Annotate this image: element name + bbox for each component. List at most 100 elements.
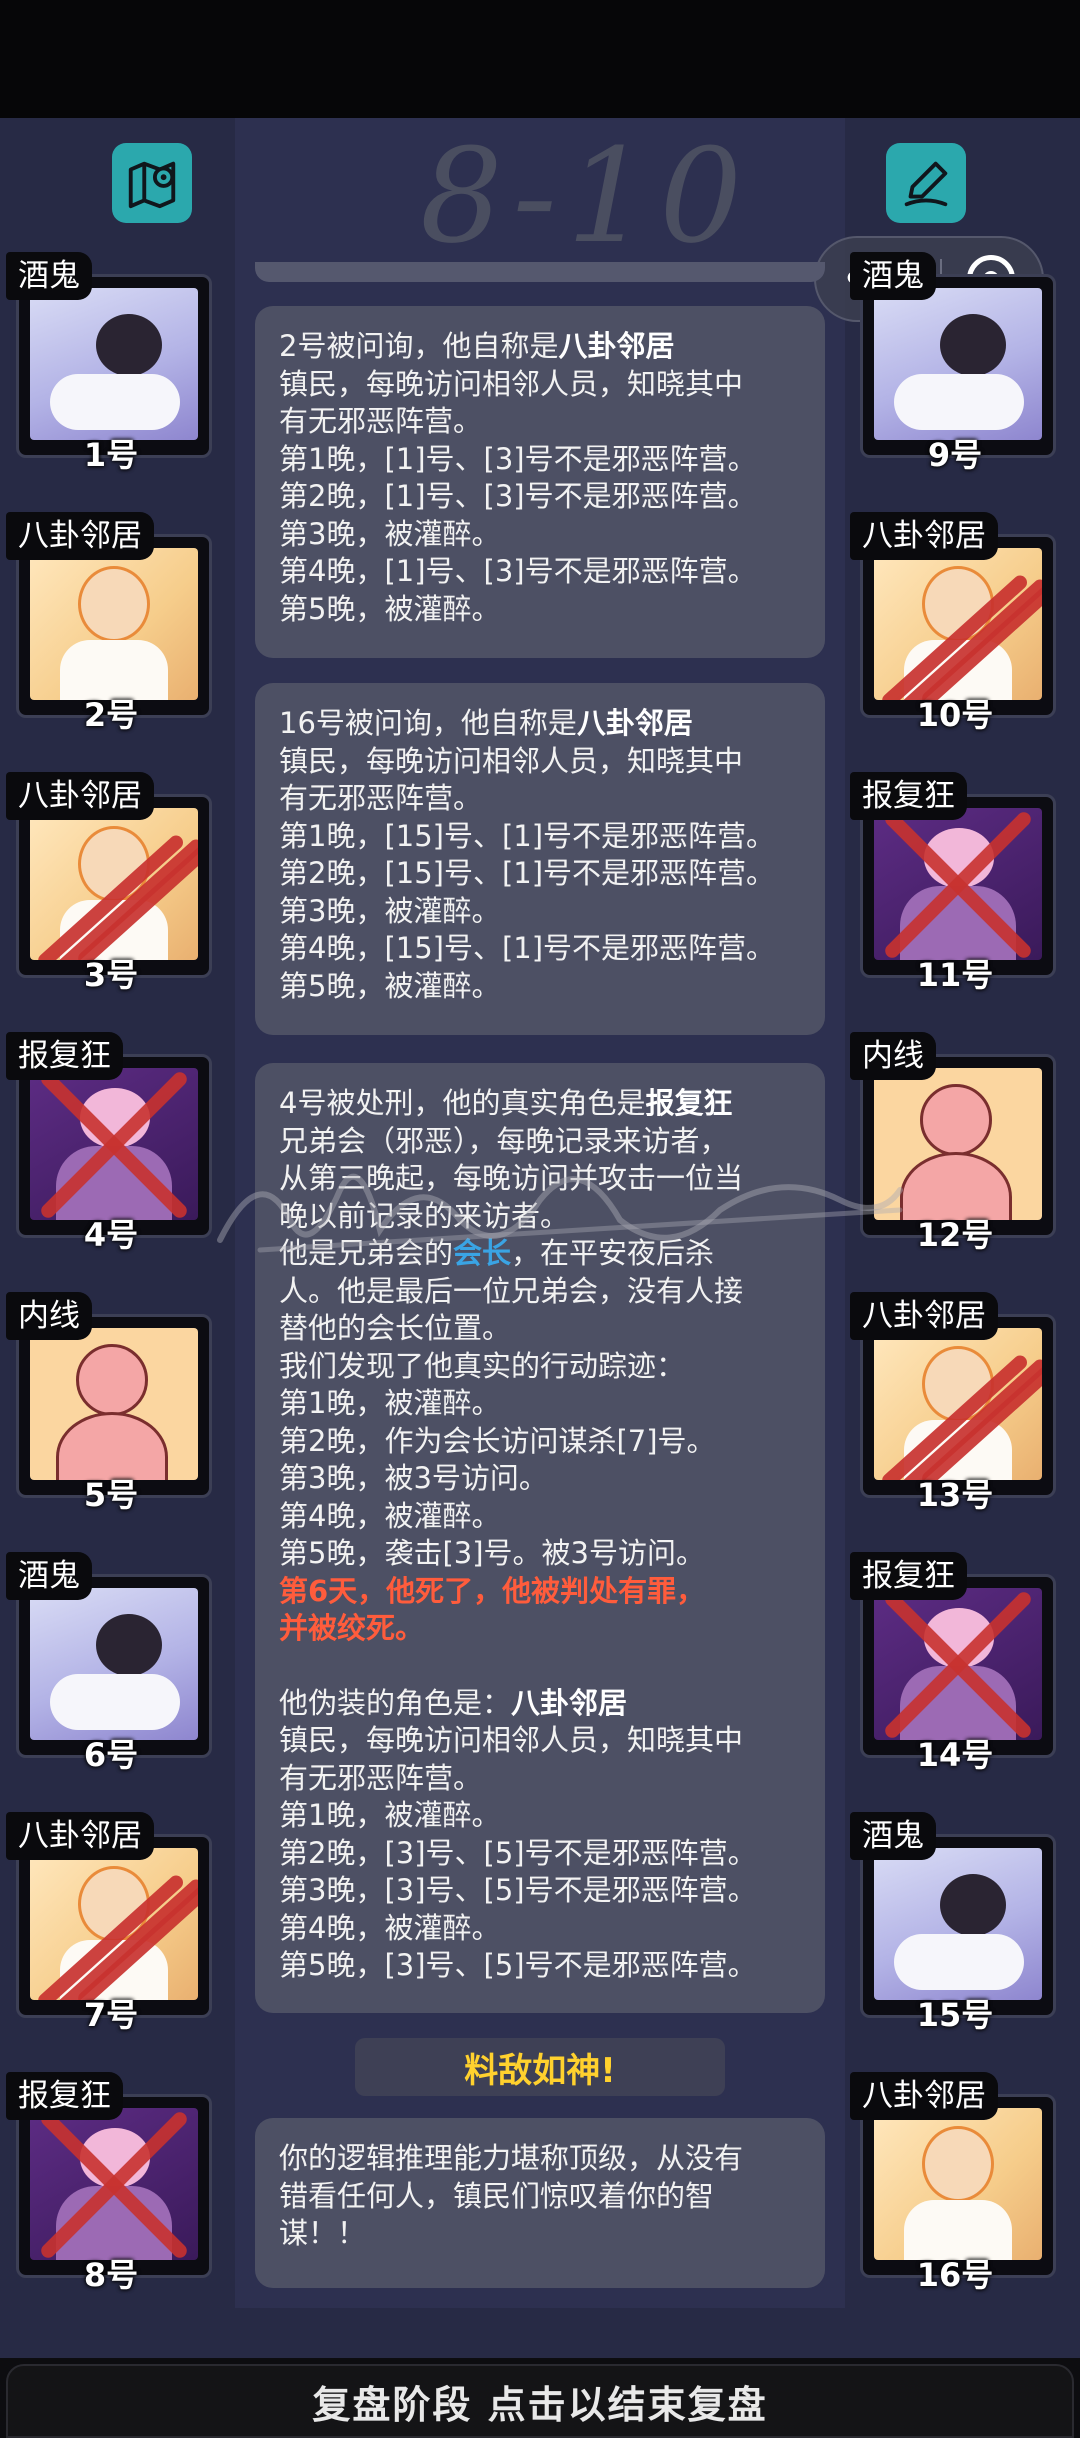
gossip-portrait [874,1328,1042,1480]
entry-line: ，在平安夜后杀 [511,1236,715,1270]
player-seat[interactable]: 酒鬼 9号 [850,252,1060,474]
entry-line: 第5晚，被灌醉。 [279,968,501,1003]
player-seat[interactable]: 报复狂 8号 [6,2072,216,2294]
entry-line: 第5晚，被灌醉。 [279,591,501,626]
pen-edit-icon[interactable] [886,143,966,223]
avenger-portrait [30,2108,198,2260]
gossip-portrait [874,2108,1042,2260]
player-seat[interactable]: 报复狂 14号 [850,1552,1060,1774]
entry-line: 第1晚，[1]号、[3]号不是邪恶阵营。 [279,441,757,476]
status-bar [0,0,1080,118]
entry-line: 第1晚，被灌醉。 [279,1386,501,1420]
entry-line: 第3晚，被灌醉。 [279,516,501,551]
end-replay-button[interactable]: 复盘阶段 点击以结束复盘 [6,2364,1074,2438]
player-seat[interactable]: 内线 12号 [850,1032,1060,1254]
log-entry-player-4-execution: 4号被处刑，他的真实角色是报复狂 兄弟会（邪恶），每晚记录来访者， 从第三晚起，… [255,1063,825,2013]
gossip-portrait [30,808,198,960]
spy-portrait [874,1068,1042,1220]
entry-line: 有无邪恶阵营。 [279,1760,483,1795]
entry-line: 谋！！ [279,2216,367,2250]
map-pin-icon[interactable] [112,143,192,223]
player-number: 16号 [916,2256,994,2294]
player-seat[interactable]: 酒鬼 15号 [850,1812,1060,2034]
player-seat[interactable]: 报复狂 11号 [850,772,1060,994]
player-role-label: 报复狂 [6,1032,123,1080]
avenger-portrait [874,1588,1042,1740]
log-entry-player-2: 2号被问询，他自称是八卦邻居 镇民，每晚访问相邻人员，知晓其中 有无邪恶阵营。 … [255,306,825,658]
player-number: 15号 [916,1996,994,2034]
gossip-portrait [30,548,198,700]
entry-role: 报复狂 [645,1086,733,1120]
entry-line: 第2晚，[3]号、[5]号不是邪恶阵营。 [279,1835,757,1870]
player-role-label: 八卦邻居 [850,512,998,560]
character-head [96,314,162,376]
entry-intro: 4号被处刑，他的真实角色是 [279,1086,646,1120]
character-body [894,374,1024,430]
player-role-label: 八卦邻居 [850,1292,998,1340]
entry-line: 替他的会长位置。 [279,1311,512,1345]
player-number: 3号 [83,956,139,994]
log-entry-player-16: 16号被问询，他自称是八卦邻居 镇民，每晚访问相邻人员，知晓其中 有无邪恶阵营。… [255,683,825,1035]
player-number: 4号 [83,1216,139,1254]
log-top-edge [255,262,825,282]
player-role-label: 酒鬼 [6,1552,92,1600]
player-number: 8号 [83,2256,139,2294]
entry-line: 镇民，每晚访问相邻人员，知晓其中 [279,743,744,778]
character-head [96,1614,162,1676]
entry-line: 第5晚，[3]号、[5]号不是邪恶阵营。 [279,1948,757,1982]
player-seat[interactable]: 八卦邻居 2号 [6,512,216,734]
player-role-label: 报复狂 [6,2072,123,2120]
entry-line: 第3晚，被3号访问。 [279,1461,548,1495]
entry-line: 人。他是最后一位兄弟会，没有人接 [279,1273,744,1308]
avenger-portrait [874,808,1042,960]
drunk-portrait [30,288,198,440]
entry-line: 第4晚，[15]号、[1]号不是邪恶阵营。 [279,931,776,965]
player-number: 12号 [916,1216,994,1254]
player-number: 14号 [916,1736,994,1774]
player-role-label: 八卦邻居 [850,2072,998,2120]
verdict-line: 并被绞死。 [279,1611,425,1645]
player-seat[interactable]: 八卦邻居 13号 [850,1292,1060,1514]
entry-role: 八卦邻居 [576,706,693,740]
entry-line: 第2晚，[1]号、[3]号不是邪恶阵营。 [279,479,757,513]
player-number: 7号 [83,1996,139,2034]
entry-line: 第4晚，被灌醉。 [279,1498,501,1533]
player-seat[interactable]: 酒鬼 1号 [6,252,216,474]
leader-link[interactable]: 会长 [453,1236,511,1270]
player-number: 11号 [916,956,994,994]
entry-line: 镇民，每晚访问相邻人员，知晓其中 [279,366,744,401]
player-role-label: 报复狂 [850,772,967,820]
entry-line: 你的逻辑推理能力堪称顶级，从没有 [279,2141,744,2175]
entry-line: 第3晚，[3]号、[5]号不是邪恶阵营。 [279,1873,757,1907]
character-head [76,1344,148,1416]
character-body [894,1934,1024,1990]
player-number: 1号 [83,436,139,474]
character-body [50,1674,180,1730]
player-role-label: 内线 [6,1292,92,1340]
player-number: 6号 [83,1736,139,1774]
player-role-label: 内线 [850,1032,936,1080]
entry-line: 有无邪恶阵营。 [279,781,483,815]
verdict-line: 第6天，他死了，他被判处有罪， [279,1573,706,1608]
player-role-label: 酒鬼 [850,1812,936,1860]
spy-portrait [30,1328,198,1480]
drunk-portrait [874,1848,1042,2000]
player-role-label: 八卦邻居 [6,512,154,560]
player-seat[interactable]: 八卦邻居 10号 [850,512,1060,734]
entry-line: 晚以前记录的来访者。 [279,1198,570,1233]
gossip-portrait [874,548,1042,700]
result-banner: 料敌如神! [355,2038,725,2096]
disguise-intro: 他伪装的角色是： [279,1685,512,1720]
player-seat[interactable]: 酒鬼 6号 [6,1552,216,1774]
player-seat[interactable]: 八卦邻居 3号 [6,772,216,994]
entry-line: 第4晚，[1]号、[3]号不是邪恶阵营。 [279,554,757,588]
player-seat[interactable]: 八卦邻居 7号 [6,1812,216,2034]
player-number: 5号 [83,1476,139,1514]
player-seat[interactable]: 报复狂 4号 [6,1032,216,1254]
entry-line: 第1晚，被灌醉。 [279,1798,501,1832]
player-seat[interactable]: 八卦邻居 16号 [850,2072,1060,2294]
disguise-role: 八卦邻居 [511,1685,628,1720]
player-role-label: 酒鬼 [850,252,936,300]
entry-line: 从第三晚起，每晚访问并攻击一位当 [279,1161,744,1195]
player-seat[interactable]: 内线 5号 [6,1292,216,1514]
